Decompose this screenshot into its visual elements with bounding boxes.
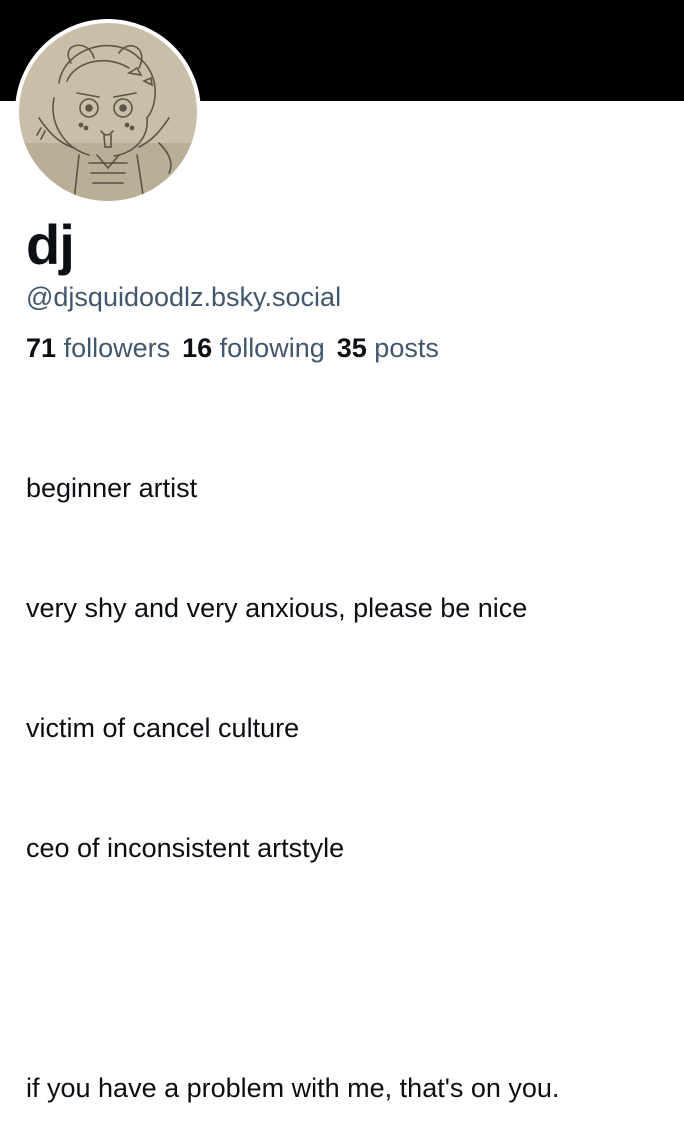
bio-line: ceo of inconsistent artstyle	[26, 833, 345, 863]
posts-stat: 35 posts	[337, 333, 439, 363]
bio-line: beginner artist	[26, 473, 198, 503]
bio-line	[26, 948, 559, 988]
profile-stats: 71 followers 16 following 35 posts	[26, 331, 451, 365]
followers-count: 71	[26, 333, 57, 363]
following-count: 16	[182, 333, 213, 363]
profile-handle[interactable]: @djsquidoodlz.bsky.social	[26, 280, 341, 314]
sketch-avatar-image	[19, 23, 197, 201]
display-name: dj	[26, 213, 75, 276]
posts-count: 35	[336, 333, 367, 363]
avatar[interactable]	[15, 19, 201, 205]
following-label: following	[219, 333, 325, 363]
followers-label: followers	[63, 333, 171, 363]
following-link[interactable]: 16 following	[182, 333, 325, 363]
bio-line: very shy and very anxious, please be nic…	[26, 593, 528, 623]
posts-label: posts	[374, 333, 439, 363]
profile-bio: beginner artist very shy and very anxiou…	[26, 388, 559, 1148]
followers-link[interactable]: 71 followers	[26, 333, 170, 363]
bio-line: victim of cancel culture	[26, 713, 300, 743]
bio-line: if you have a problem with me, that's on…	[26, 1073, 560, 1103]
